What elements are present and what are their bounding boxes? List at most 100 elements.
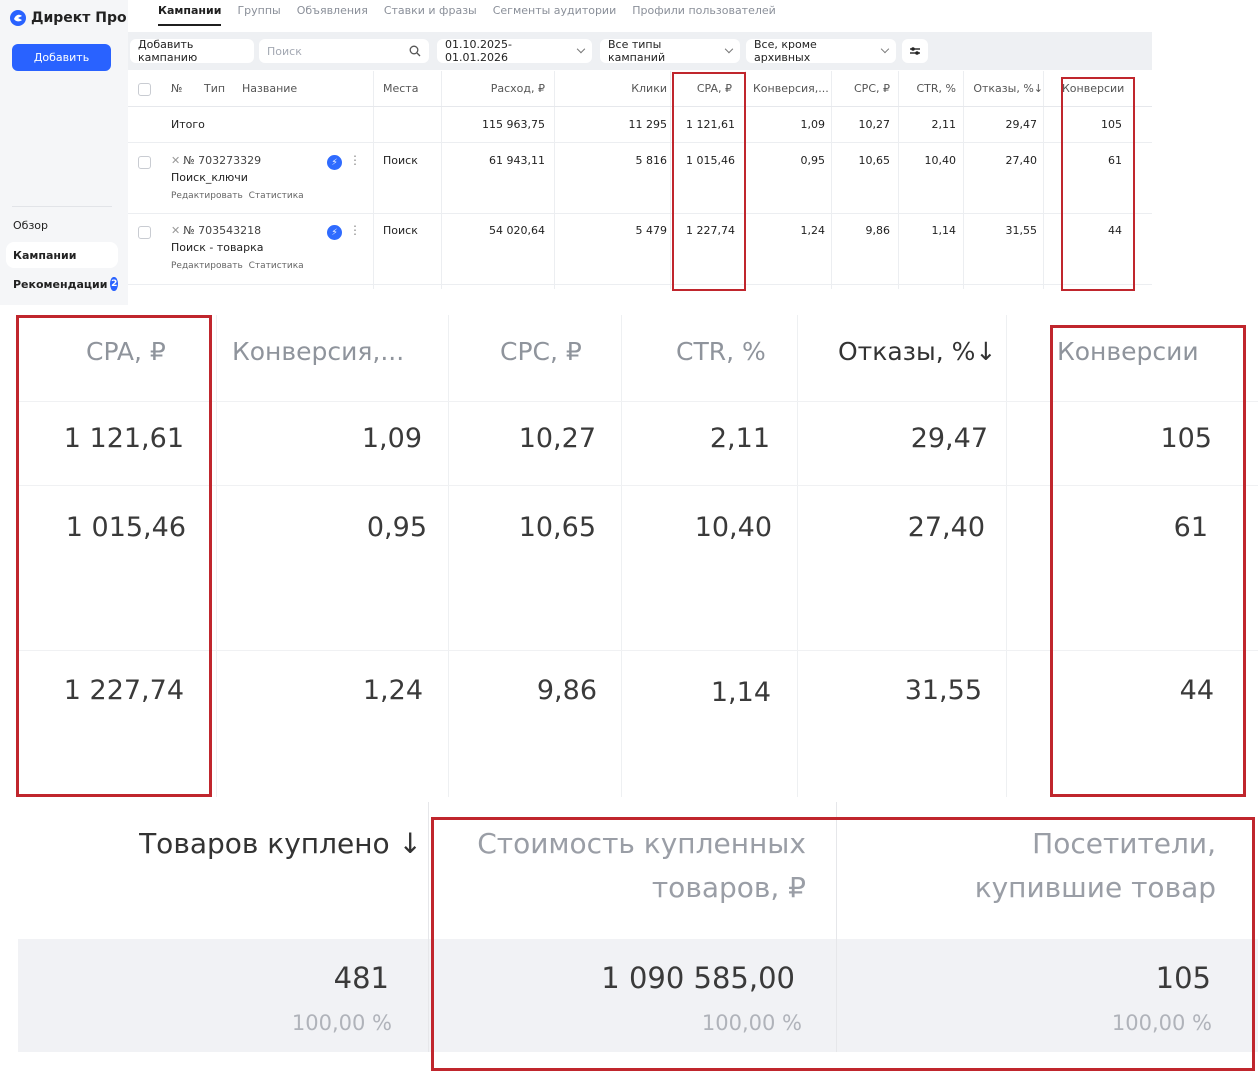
row-places: Поиск	[383, 154, 418, 167]
header-num[interactable]: №	[171, 82, 182, 95]
logo[interactable]: Директ Про	[10, 10, 127, 26]
sidebar-item-overview[interactable]: Обзор	[6, 212, 118, 238]
select-all-checkbox[interactable]	[138, 83, 151, 96]
zoom-header-bounce: Отказы, %↓	[838, 337, 997, 366]
items-bought-header: Товаров куплено ↓	[139, 827, 422, 860]
header-conversion-rate[interactable]: Конверсия,...	[753, 82, 829, 95]
header-cost[interactable]: Расход, ₽	[448, 82, 545, 95]
autostrategy-bolt-icon[interactable]: ⚡	[327, 225, 342, 240]
row-bounce: 27,40	[1005, 154, 1038, 167]
tab-bids[interactable]: Ставки и фразы	[384, 4, 477, 26]
header-type[interactable]: Тип	[204, 82, 225, 95]
tab-user-profiles[interactable]: Профили пользователей	[632, 4, 776, 26]
archive-filter-select[interactable]: Все, кроме архивных	[746, 38, 896, 64]
column-divider	[448, 315, 449, 797]
zoom-ctr-value: 10,40	[694, 512, 772, 543]
header-cpc[interactable]: CPC, ₽	[834, 82, 890, 95]
campaign-name[interactable]: Поиск_ключи	[171, 171, 248, 184]
header-clicks[interactable]: Клики	[568, 82, 667, 95]
campaign-links: Редактировать Статистика	[171, 191, 304, 201]
stats-link[interactable]: Статистика	[249, 261, 304, 271]
sidebar: Директ Про Добавить Обзор Кампании Реком…	[0, 0, 128, 305]
row-checkbox[interactable]	[138, 226, 151, 239]
zoom-bounce-value: 27,40	[907, 512, 985, 543]
sidebar-item-label: Кампании	[13, 248, 77, 262]
add-campaign-button[interactable]: Добавить кампанию	[130, 38, 254, 64]
zoom-header-ctr: CTR, %	[676, 337, 766, 366]
column-divider	[797, 315, 798, 797]
campaign-types-select[interactable]: Все типы кампаний	[600, 38, 740, 64]
zoom-cpc-value: 10,27	[518, 423, 596, 454]
total-cpc: 10,27	[858, 118, 891, 131]
sidebar-divider	[12, 206, 112, 207]
campaign-status-icon: ✕	[171, 224, 181, 237]
total-ctr: 2,11	[931, 118, 957, 131]
sidebar-item-label: Обзор	[13, 218, 49, 232]
sidebar-item-recommendations[interactable]: Рекомендации 2	[6, 271, 118, 297]
edit-link[interactable]: Редактировать	[171, 261, 243, 271]
purchases-zoom-panel: Товаров куплено ↓ Стоимость купленных то…	[0, 797, 1258, 1072]
total-bounce: 29,47	[1005, 118, 1038, 131]
row-cost: 61 943,11	[489, 154, 545, 167]
header-places[interactable]: Места	[383, 82, 418, 95]
total-clicks: 11 295	[628, 118, 668, 131]
zoom-ctr-value: 1,14	[710, 677, 771, 708]
sidebar-item-label: Рекомендации	[13, 277, 108, 291]
row-checkbox[interactable]	[138, 156, 151, 169]
autostrategy-bolt-icon[interactable]: ⚡	[327, 155, 342, 170]
campaign-number: ✕ № 703543218	[171, 224, 261, 237]
cpa-zoom-highlight-box	[16, 315, 212, 797]
stats-link[interactable]: Статистика	[249, 191, 304, 201]
row-ctr: 10,40	[924, 154, 957, 167]
search-icon	[409, 45, 421, 57]
tab-campaigns[interactable]: Кампании	[158, 4, 222, 26]
zoom-bounce-value: 29,47	[910, 423, 988, 454]
chevron-down-icon	[576, 44, 586, 54]
search-input[interactable]: Поиск	[259, 39, 429, 63]
header-bounce[interactable]: Отказы, %↓	[966, 82, 1043, 95]
campaign-number: ✕ № 703273329	[171, 154, 261, 167]
header-name[interactable]: Название	[242, 82, 297, 95]
edit-link[interactable]: Редактировать	[171, 191, 243, 201]
column-divider	[216, 315, 217, 797]
sidebar-item-campaigns[interactable]: Кампании	[6, 242, 118, 268]
table-header: № Тип Название Места Расход, ₽ Клики CPA…	[128, 71, 1152, 107]
more-options-icon[interactable]: ⋮	[349, 153, 361, 167]
campaign-status-icon: ✕	[171, 154, 181, 167]
chevron-down-icon	[880, 44, 890, 54]
purchases-highlight-box	[431, 817, 1255, 1071]
row-bounce: 31,55	[1005, 224, 1038, 237]
metrics-zoom-panel: CPA, ₽ Конверсия,... CPC, ₽ CTR, % Отказ…	[0, 305, 1258, 797]
campaigns-screen: Директ Про Добавить Обзор Кампании Реком…	[0, 0, 1258, 305]
campaign-types-value: Все типы кампаний	[608, 38, 666, 64]
tab-audience-segments[interactable]: Сегменты аудитории	[493, 4, 617, 26]
row-conversion-rate: 0,95	[800, 154, 826, 167]
header-ctr[interactable]: CTR, %	[900, 82, 957, 95]
tab-groups[interactable]: Группы	[237, 4, 280, 26]
total-cost: 115 963,75	[482, 118, 545, 131]
campaign-number-text: № 703273329	[183, 154, 262, 167]
chevron-down-icon	[724, 44, 734, 54]
conversions-highlight-box	[1061, 77, 1135, 291]
more-options-icon[interactable]: ⋮	[349, 223, 361, 237]
row-conversion-rate: 1,24	[800, 224, 826, 237]
table-row: ✕ № 703273329 ⚡ ⋮ Поиск_ключи Редактирова…	[128, 143, 1152, 214]
table-row: ✕ № 703543218 ⚡ ⋮ Поиск - товарка Редакти…	[128, 214, 1152, 285]
items-bought-percent: 100,00 %	[291, 1011, 392, 1035]
add-button[interactable]: Добавить	[12, 44, 111, 71]
columns-settings-button[interactable]	[902, 39, 928, 63]
campaign-number-text: № 703543218	[183, 224, 262, 237]
row-clicks: 5 816	[635, 154, 668, 167]
recommendations-badge: 2	[110, 277, 118, 291]
row-cpc: 9,86	[865, 224, 891, 237]
column-divider	[1006, 315, 1007, 797]
date-range-value: 01.10.2025-01.01.2026	[445, 38, 512, 64]
zoom-header-conversion-rate: Конверсия,...	[232, 337, 405, 366]
conversions-zoom-highlight-box	[1050, 325, 1246, 797]
date-range-select[interactable]: 01.10.2025-01.01.2026	[437, 38, 592, 64]
row-clicks: 5 479	[635, 224, 668, 237]
campaign-name[interactable]: Поиск - товарка	[171, 241, 264, 254]
table-total-row: Итого 115 963,75 11 295 1 121,61 1,09 10…	[128, 107, 1152, 143]
tab-ads[interactable]: Объявления	[297, 4, 368, 26]
row-ctr: 1,14	[931, 224, 957, 237]
